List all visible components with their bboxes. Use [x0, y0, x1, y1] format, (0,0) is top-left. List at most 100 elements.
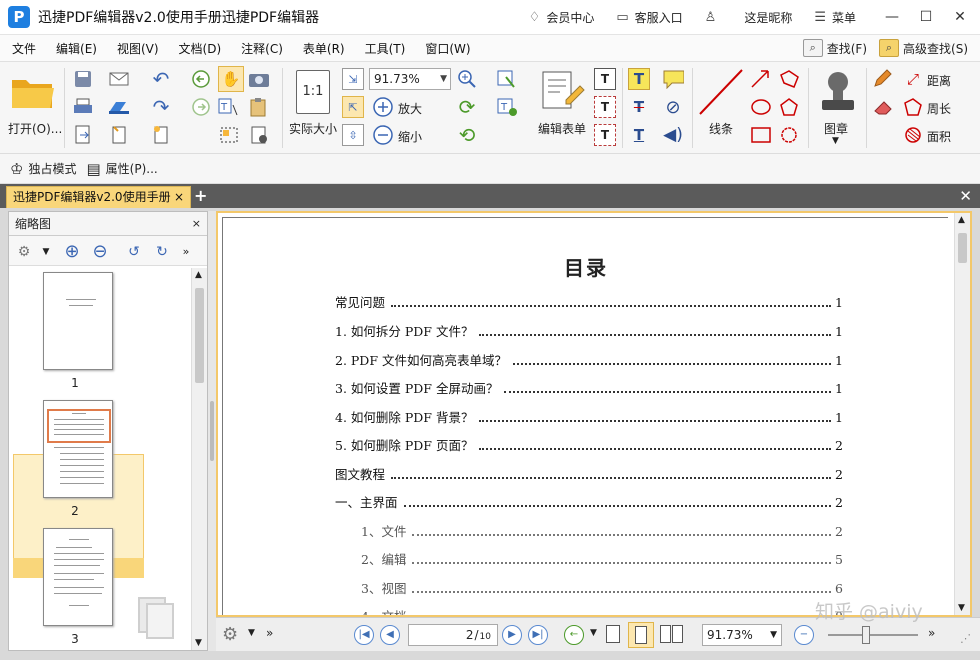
- zoom-out-icon[interactable]: −: [794, 625, 814, 645]
- stamp-label[interactable]: 图章: [824, 120, 848, 137]
- toc-entry[interactable]: 3、视图 6: [361, 578, 843, 597]
- close-tab-icon[interactable]: ×: [174, 187, 184, 207]
- splitter-grip[interactable]: [210, 401, 214, 461]
- new-doc-icon[interactable]: [108, 124, 130, 146]
- edit-form-icon[interactable]: [540, 70, 586, 112]
- strikeout-text-icon[interactable]: T: [628, 96, 650, 118]
- menu-document[interactable]: 文档(D): [171, 40, 230, 57]
- ocr-icon[interactable]: [248, 124, 270, 146]
- line-tool-label[interactable]: 线条: [709, 120, 733, 137]
- scrollbar-thumb[interactable]: [958, 233, 967, 263]
- rotate-ccw-icon[interactable]: ⟲: [456, 123, 478, 147]
- line-tool-icon[interactable]: [698, 68, 744, 116]
- enlarge-thumbnail-icon[interactable]: ⊕: [61, 241, 83, 263]
- status-zoom-select[interactable]: 91.73% ▼: [702, 624, 782, 646]
- menu-view[interactable]: 视图(V): [109, 40, 167, 57]
- fit-page-icon[interactable]: ⇱: [342, 96, 364, 118]
- distance-icon[interactable]: ⤢: [902, 68, 924, 90]
- close-window-button[interactable]: ✕: [946, 9, 974, 25]
- thumbnail-page-1[interactable]: [43, 272, 113, 370]
- copy-pages-icon[interactable]: [135, 594, 179, 640]
- toc-entry[interactable]: 一、主界面 2: [335, 492, 843, 511]
- underline-text-icon[interactable]: T: [628, 124, 650, 146]
- arrow-tool-icon[interactable]: [750, 68, 772, 90]
- magnifier-tool-icon[interactable]: [456, 68, 478, 90]
- export-icon[interactable]: [72, 124, 94, 146]
- snapshot-icon[interactable]: [248, 68, 270, 90]
- text-box-icon[interactable]: T: [594, 68, 616, 90]
- toc-entry[interactable]: 1. 如何拆分 PDF 文件？ 1: [335, 321, 843, 340]
- area-icon[interactable]: [902, 124, 924, 146]
- zoom-in-label[interactable]: 放大: [398, 100, 422, 117]
- forward-icon[interactable]: [190, 96, 212, 118]
- polygon-tool-icon[interactable]: [778, 96, 800, 118]
- open-button-label[interactable]: 打开(O)...: [8, 120, 62, 137]
- last-page-icon[interactable]: ▶|: [528, 625, 548, 645]
- chevron-down-icon[interactable]: ▼: [35, 241, 57, 263]
- toc-entry[interactable]: 4. 如何删除 PDF 背景？ 1: [335, 407, 843, 426]
- scroll-down-icon[interactable]: ▼: [195, 638, 202, 648]
- settings-gear-icon[interactable]: ⚙: [222, 624, 238, 645]
- first-page-icon[interactable]: |◀: [354, 625, 374, 645]
- toc-entry[interactable]: 2、编辑 5: [361, 549, 843, 568]
- text-field-icon[interactable]: T: [496, 96, 518, 118]
- close-pane-icon[interactable]: ×: [192, 212, 201, 236]
- fit-width-icon[interactable]: ⇲: [342, 68, 364, 90]
- close-all-tabs-button[interactable]: ✕: [959, 187, 972, 205]
- tab-active-document[interactable]: 迅捷PDF编辑器v2.0使用手册 ×: [6, 186, 191, 208]
- eraser-icon[interactable]: [872, 96, 894, 118]
- thumbnail-options-icon[interactable]: ⚙: [13, 241, 35, 263]
- single-page-icon[interactable]: [606, 625, 620, 643]
- user-avatar-icon[interactable]: ♙: [705, 10, 723, 25]
- find-button[interactable]: ⌕ 查找(F): [802, 39, 867, 57]
- advanced-find-button[interactable]: ⌕ 高级查找(S): [879, 39, 968, 57]
- resize-grip-icon[interactable]: ⋰: [960, 632, 971, 645]
- menu-form[interactable]: 表单(R): [295, 40, 353, 57]
- page-number-input[interactable]: 2/10: [408, 624, 498, 646]
- zoom-out-icon[interactable]: [372, 124, 394, 146]
- highlight-text-icon[interactable]: T: [628, 68, 650, 90]
- note-icon[interactable]: [662, 68, 684, 90]
- chevron-down-icon[interactable]: ▼: [590, 628, 597, 638]
- continuous-page-icon[interactable]: [628, 622, 654, 648]
- rotate-cw-icon[interactable]: ⟳: [456, 95, 478, 119]
- text-callout-icon[interactable]: T: [594, 124, 616, 146]
- zoom-select[interactable]: 91.73% ▼: [369, 68, 451, 90]
- rectangle-tool-icon[interactable]: [750, 124, 772, 146]
- form-field-icon[interactable]: [496, 68, 518, 90]
- scroll-down-icon[interactable]: ▼: [958, 603, 965, 613]
- shrink-thumbnail-icon[interactable]: ⊖: [89, 241, 111, 263]
- thumbnail-page-3[interactable]: [43, 528, 113, 626]
- new-page-icon[interactable]: [150, 124, 172, 146]
- paste-icon[interactable]: [248, 96, 270, 118]
- stamp-icon[interactable]: [818, 68, 858, 116]
- scan-icon[interactable]: [108, 96, 130, 118]
- zoom-in-icon[interactable]: [372, 96, 394, 118]
- sound-icon[interactable]: ◀): [662, 124, 684, 146]
- more-options-icon[interactable]: »: [266, 626, 273, 640]
- properties-button[interactable]: ▤ 属性(P)...: [86, 160, 157, 178]
- toc-entry[interactable]: 图文教程 2: [335, 464, 843, 483]
- toc-entry[interactable]: 4、文档 8: [361, 606, 843, 615]
- hand-tool-icon[interactable]: ✋: [218, 66, 244, 92]
- next-page-icon[interactable]: ▶: [502, 625, 522, 645]
- main-menu-button[interactable]: ☰ 菜单: [814, 9, 856, 26]
- open-folder-icon[interactable]: [10, 74, 56, 110]
- save-icon[interactable]: [72, 68, 94, 90]
- document-viewer[interactable]: 目录 常见问题 1 1. 如何拆分 PDF 文件？ 1 2. PDF 文件如何高亮表…: [216, 211, 972, 617]
- fit-visible-icon[interactable]: ⇳: [342, 124, 364, 146]
- perimeter-icon[interactable]: [902, 96, 924, 118]
- redo-icon[interactable]: ↷: [150, 95, 172, 119]
- toc-entry[interactable]: 1、文件 2: [361, 521, 843, 540]
- user-nickname[interactable]: 这是昵称: [744, 9, 792, 26]
- stamp-dropdown-icon[interactable]: ▼: [832, 136, 839, 146]
- undo-icon[interactable]: ↶: [150, 67, 172, 91]
- edit-form-label[interactable]: 编辑表单: [538, 120, 586, 137]
- zoom-slider-track[interactable]: [828, 634, 918, 636]
- document-scrollbar[interactable]: ▲ ▼: [954, 213, 970, 615]
- actual-size-icon[interactable]: 1:1: [296, 70, 330, 114]
- text-edit-icon[interactable]: T: [594, 96, 616, 118]
- go-back-icon[interactable]: ←: [564, 625, 584, 645]
- scroll-up-icon[interactable]: ▲: [958, 215, 965, 225]
- zoom-out-label[interactable]: 缩小: [398, 128, 422, 145]
